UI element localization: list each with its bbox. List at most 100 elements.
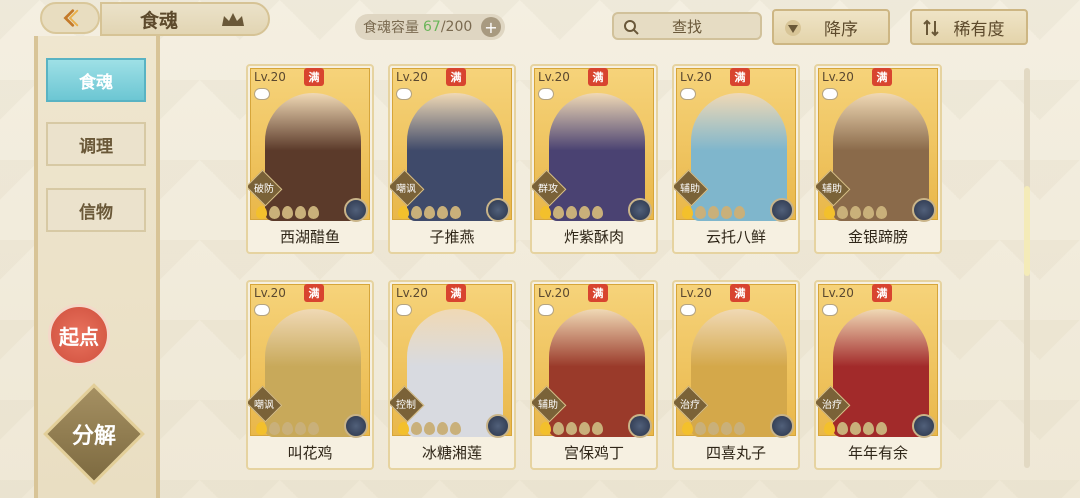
element-orb-icon: [344, 414, 368, 438]
capacity-total: /200: [440, 19, 473, 35]
flame-icon: [269, 422, 280, 435]
role-label: 嘲讽: [396, 184, 416, 195]
capacity-display: 食魂容量 67 /200 +: [355, 14, 505, 40]
flame-icon: [424, 422, 435, 435]
card-level: Lv.20: [254, 70, 286, 84]
star-flames: [824, 422, 887, 435]
sidebar-item-tokens[interactable]: 信物: [46, 188, 146, 232]
element-orb-icon: [628, 198, 652, 222]
chat-bubble-icon: [254, 88, 270, 100]
flame-icon: [269, 206, 280, 219]
flame-icon: [437, 422, 448, 435]
card-max-badge: 满: [446, 284, 466, 302]
flame-icon: [256, 422, 267, 435]
chat-bubble-icon: [254, 304, 270, 316]
card-max-badge: 满: [730, 68, 750, 86]
flame-icon: [734, 206, 745, 219]
card-level: Lv.20: [396, 70, 428, 84]
star-flames: [540, 206, 603, 219]
foodsoul-card[interactable]: Lv.20 满 辅助 宫保鸡丁: [530, 280, 658, 470]
flame-icon: [682, 206, 693, 219]
sort-rarity-button[interactable]: 稀有度: [910, 9, 1028, 45]
qidian-button[interactable]: 起点: [48, 304, 110, 366]
sidebar-item-label: 食魂: [79, 72, 113, 93]
card-name: 子推燕: [429, 227, 475, 246]
star-flames: [682, 206, 745, 219]
star-flames: [682, 422, 745, 435]
flame-icon: [850, 206, 861, 219]
flame-icon: [282, 422, 293, 435]
element-orb-icon: [770, 198, 794, 222]
search-button[interactable]: 查找: [612, 12, 762, 40]
foodsoul-card[interactable]: Lv.20 满 治疗 年年有余: [814, 280, 942, 470]
element-orb-icon: [486, 198, 510, 222]
page-title: 食魂: [100, 2, 270, 36]
crown-icon: [222, 13, 244, 26]
chat-bubble-icon: [822, 88, 838, 100]
card-name: 年年有余: [847, 443, 908, 462]
flame-icon: [592, 422, 603, 435]
flame-icon: [411, 206, 422, 219]
role-label: 辅助: [538, 400, 558, 411]
chat-bubble-icon: [680, 304, 696, 316]
foodsoul-card[interactable]: Lv.20 满 嘲讽 叫花鸡: [246, 280, 374, 470]
page-title-text: 食魂: [140, 9, 179, 32]
role-label: 治疗: [680, 400, 700, 411]
star-flames: [398, 422, 461, 435]
element-orb-icon: [770, 414, 794, 438]
flame-icon: [850, 422, 861, 435]
flame-icon: [721, 206, 732, 219]
flame-icon: [450, 206, 461, 219]
flame-icon: [540, 422, 551, 435]
role-label: 辅助: [680, 184, 700, 195]
back-button[interactable]: [40, 2, 100, 34]
role-label: 嘲讽: [254, 400, 274, 411]
foodsoul-card[interactable]: Lv.20 满 辅助 云托八鲜: [672, 64, 800, 254]
scrollbar-thumb[interactable]: [1024, 186, 1030, 276]
element-orb-icon: [912, 198, 936, 222]
flame-icon: [450, 422, 461, 435]
flame-icon: [579, 206, 590, 219]
flame-icon: [721, 422, 732, 435]
star-flames: [824, 206, 887, 219]
capacity-add-button[interactable]: +: [481, 17, 501, 37]
card-name: 叫花鸡: [287, 443, 333, 462]
foodsoul-card[interactable]: Lv.20 满 辅助 金银蹄膀: [814, 64, 942, 254]
card-name: 西湖醋鱼: [279, 227, 340, 246]
card-max-badge: 满: [730, 284, 750, 302]
flame-icon: [863, 422, 874, 435]
flame-icon: [708, 206, 719, 219]
chat-bubble-icon: [396, 88, 412, 100]
flame-icon: [398, 206, 409, 219]
card-level: Lv.20: [822, 70, 854, 84]
card-max-badge: 满: [588, 284, 608, 302]
flame-icon: [824, 206, 835, 219]
flame-icon: [695, 422, 706, 435]
sidebar-item-seasoning[interactable]: 调理: [46, 122, 146, 166]
foodsoul-card[interactable]: Lv.20 满 治疗 四喜丸子: [672, 280, 800, 470]
foodsoul-card[interactable]: Lv.20 满 群攻 炸紫酥肉: [530, 64, 658, 254]
card-level: Lv.20: [396, 286, 428, 300]
sort-order-button[interactable]: 降序: [772, 9, 890, 45]
search-icon: [624, 20, 639, 35]
sort-arrows-icon: [923, 19, 939, 37]
card-level: Lv.20: [680, 70, 712, 84]
flame-icon: [824, 422, 835, 435]
sidebar-item-foodsouls[interactable]: 食魂: [46, 58, 146, 102]
flame-icon: [398, 422, 409, 435]
flame-icon: [566, 422, 577, 435]
foodsoul-card[interactable]: Lv.20 满 嘲讽 子推燕: [388, 64, 516, 254]
card-name: 金银蹄膀: [847, 227, 908, 246]
flame-icon: [863, 206, 874, 219]
flame-icon: [282, 206, 293, 219]
scrollbar[interactable]: [1024, 68, 1030, 468]
foodsoul-card[interactable]: Lv.20 满 控制 冰糖湘莲: [388, 280, 516, 470]
card-name: 冰糖湘莲: [421, 443, 482, 462]
search-label: 查找: [671, 17, 702, 36]
sort-order-label: 降序: [824, 19, 858, 40]
card-max-badge: 满: [304, 68, 324, 86]
flame-icon: [695, 206, 706, 219]
card-max-badge: 满: [446, 68, 466, 86]
foodsoul-card[interactable]: Lv.20 满 破防 西湖醋鱼: [246, 64, 374, 254]
flame-icon: [708, 422, 719, 435]
